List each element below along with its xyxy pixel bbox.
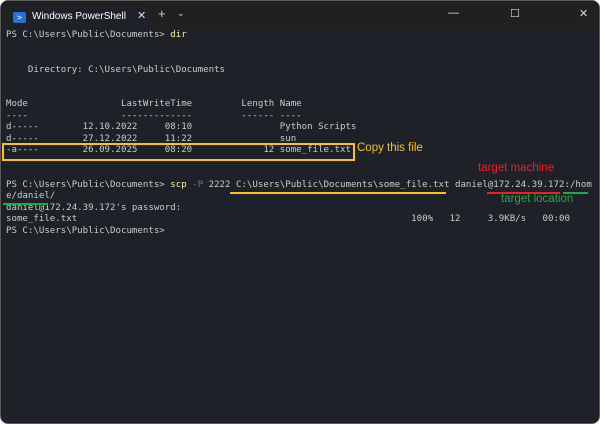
- tab-close-icon[interactable]: ✕: [137, 9, 146, 22]
- terminal-line: Mode LastWriteTime Length Name: [6, 99, 592, 111]
- terminal-text: scp: [170, 179, 187, 190]
- target-machine-label: target machine: [478, 162, 555, 174]
- tab-title: Windows PowerShell: [32, 11, 126, 22]
- terminal-line: some_file.txt 100% 12 3.9KB/s 00:00: [6, 214, 592, 226]
- terminal-text: d----- 27.12.2022 11:22 sun: [6, 133, 297, 144]
- chevron-down-icon[interactable]: ⌄: [177, 8, 185, 19]
- target-location-label: target location: [501, 193, 574, 205]
- terminal-line: ---- ------------- ------ ----: [6, 111, 592, 123]
- terminal-text: -P: [186, 179, 204, 190]
- minimize-button[interactable]: —: [448, 7, 459, 19]
- target-machine-underline: [487, 192, 560, 194]
- source-path-underline: [230, 192, 446, 194]
- terminal-output[interactable]: PS C:\Users\Public\Documents> dir Direct…: [6, 30, 592, 237]
- title-bar: > Windows PowerShell ✕ + ⌄ — ☐ ✕: [1, 1, 599, 30]
- new-tab-button[interactable]: +: [158, 6, 166, 21]
- terminal-text: Directory: C:\Users\Public\Documents: [6, 64, 225, 75]
- terminal-text: PS C:\Users\Public\Documents>: [6, 30, 171, 40]
- terminal-line: Directory: C:\Users\Public\Documents: [6, 65, 592, 77]
- terminal-text: PS C:\Users\Public\Documents>: [6, 179, 171, 190]
- terminal-line: PS C:\Users\Public\Documents>: [6, 226, 592, 238]
- terminal-text: Mode LastWriteTime Length Name: [6, 99, 302, 109]
- powershell-icon: >: [13, 12, 26, 23]
- terminal-window: > Windows PowerShell ✕ + ⌄ — ☐ ✕ PS C:\U…: [0, 0, 600, 424]
- target-location-underline-wrap: [3, 203, 48, 205]
- terminal-text: dir: [170, 30, 187, 40]
- copy-this-file-label: Copy this file: [357, 142, 423, 154]
- terminal-text: PS C:\Users\Public\Documents>: [6, 225, 165, 236]
- maximize-button[interactable]: ☐: [510, 7, 520, 20]
- terminal-text: some_file.txt 100% 12 3.9KB/s 00:00: [6, 214, 570, 224]
- close-button[interactable]: ✕: [579, 7, 588, 20]
- terminal-text: e/daniel/: [6, 191, 56, 201]
- terminal-text: ---- ------------- ------ ----: [6, 110, 302, 121]
- highlight-box: [2, 143, 355, 161]
- terminal-line: PS C:\Users\Public\Documents> dir: [6, 30, 592, 42]
- terminal-text: 2222 C:\Users\Public\Documents\some_file…: [203, 179, 592, 190]
- terminal-text: d----- 12.10.2022 08:10 Python Scripts: [6, 122, 357, 132]
- terminal-line: d----- 12.10.2022 08:10 Python Scripts: [6, 122, 592, 134]
- target-location-underline: [563, 192, 588, 194]
- terminal-line: PS C:\Users\Public\Documents> scp -P 222…: [6, 180, 592, 192]
- tab-windows-powershell[interactable]: > Windows PowerShell ✕: [5, 5, 149, 30]
